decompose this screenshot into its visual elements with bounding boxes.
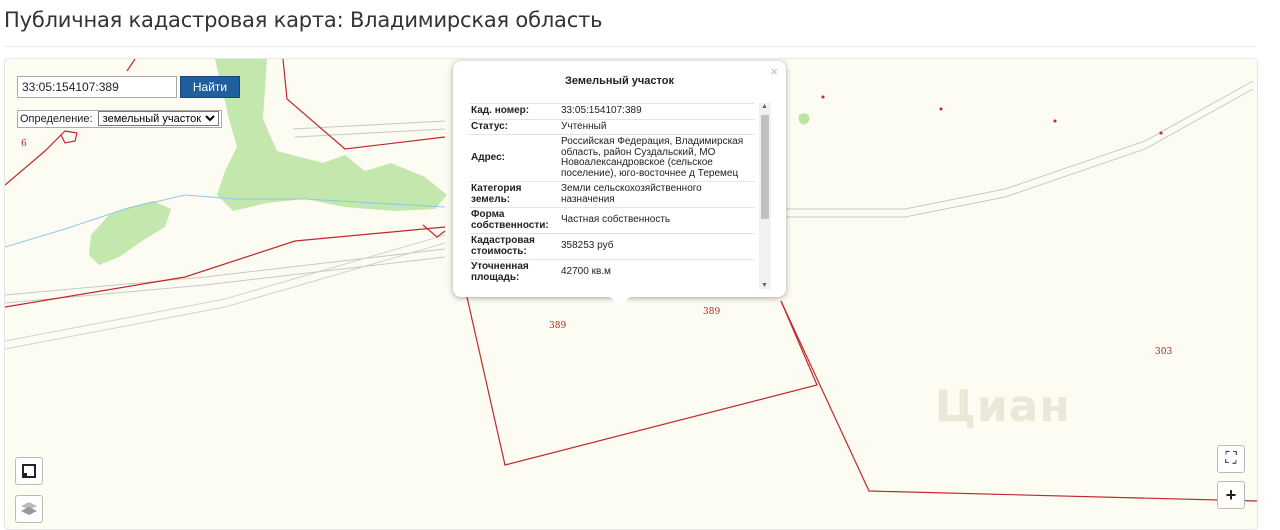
table-row: Категория земель: Земли сельскохозяйствен… xyxy=(469,181,755,208)
road xyxy=(785,80,1254,210)
table-row: Адрес: Российская Федерация, Владимирская… xyxy=(469,134,755,182)
road xyxy=(292,120,446,130)
definition-label: Определение: xyxy=(20,113,93,125)
zoom-in-button[interactable]: + xyxy=(1217,481,1245,509)
popup-body[interactable]: Кад. номер: 33:05:154107:389 Статус: Учтен… xyxy=(469,103,771,289)
fullscreen-button[interactable]: ⛶ xyxy=(1217,445,1245,473)
row-value: 42700 кв.м xyxy=(559,259,755,285)
table-row: Форма собственности: Частная собственност… xyxy=(469,207,755,234)
parcel-popup: × Земельный участок Кад. номер: 33:05:154… xyxy=(453,61,786,307)
row-value: Частная собственность xyxy=(559,207,755,234)
title-divider xyxy=(4,46,1256,47)
select-area-button[interactable] xyxy=(15,457,43,485)
row-key: Кадастровая стоимость: xyxy=(469,233,559,260)
definition-select[interactable]: земельный участок xyxy=(97,111,219,126)
definition-row: Определение: земельный участок xyxy=(17,110,222,128)
scroll-up-icon[interactable]: ▲ xyxy=(761,103,768,110)
cadastral-map[interactable]: 389 389 303 6 Циан Найти Определение: зе… xyxy=(4,58,1258,530)
road xyxy=(5,248,446,296)
table-row: Уточненная площадь: 42700 кв.м xyxy=(469,259,755,285)
fullscreen-icon: ⛶ xyxy=(1225,450,1237,467)
scroll-down-icon[interactable]: ▼ xyxy=(761,282,768,289)
square-icon xyxy=(22,464,36,478)
layers-icon xyxy=(21,502,37,515)
row-value: Земли сельскохозяйственного назначения xyxy=(559,181,755,208)
road xyxy=(294,128,446,138)
search-button[interactable]: Найти xyxy=(180,76,240,98)
page-title: Публичная кадастровая карта: Владимирска… xyxy=(4,8,603,32)
cadastral-number-input[interactable] xyxy=(17,76,177,98)
row-key: Категория земель: xyxy=(469,181,559,208)
row-key: Статус: xyxy=(469,118,559,135)
row-key: Адрес: xyxy=(469,134,559,182)
row-value: Российская Федерация, Владимирская облас… xyxy=(559,134,755,182)
parcel-info-table: Кад. номер: 33:05:154107:389 Статус: Учтен… xyxy=(469,103,755,285)
row-key: Форма собственности: xyxy=(469,207,559,234)
row-value: 33:05:154107:389 xyxy=(559,103,755,119)
table-row: Кад. номер: 33:05:154107:389 xyxy=(469,103,755,119)
row-value: 358253 руб xyxy=(559,233,755,260)
row-key: Уточненная площадь: xyxy=(469,259,559,285)
map-watermark: Циан xyxy=(935,381,1071,432)
parcel-number-label: 389 xyxy=(703,307,721,317)
row-key: Кад. номер: xyxy=(469,103,559,119)
table-row: Статус: Учтенный xyxy=(469,118,755,135)
layers-button[interactable] xyxy=(15,495,43,523)
parcel-number-label: 389 xyxy=(549,321,567,331)
parcel-number-label: 6 xyxy=(21,139,27,149)
popup-scrollbar[interactable]: ▲ ▼ xyxy=(759,103,771,289)
road xyxy=(785,88,1254,218)
forest-area xyxy=(89,201,171,265)
popup-tail xyxy=(610,297,630,307)
parcel-number-label: 303 xyxy=(1155,347,1173,357)
popup-title: Земельный участок xyxy=(565,75,674,87)
scroll-thumb[interactable] xyxy=(761,115,769,219)
table-row: Кадастровая стоимость: 358253 руб xyxy=(469,233,755,260)
road xyxy=(5,234,446,342)
forest-area xyxy=(798,113,810,125)
row-value: Учтенный xyxy=(559,118,755,135)
